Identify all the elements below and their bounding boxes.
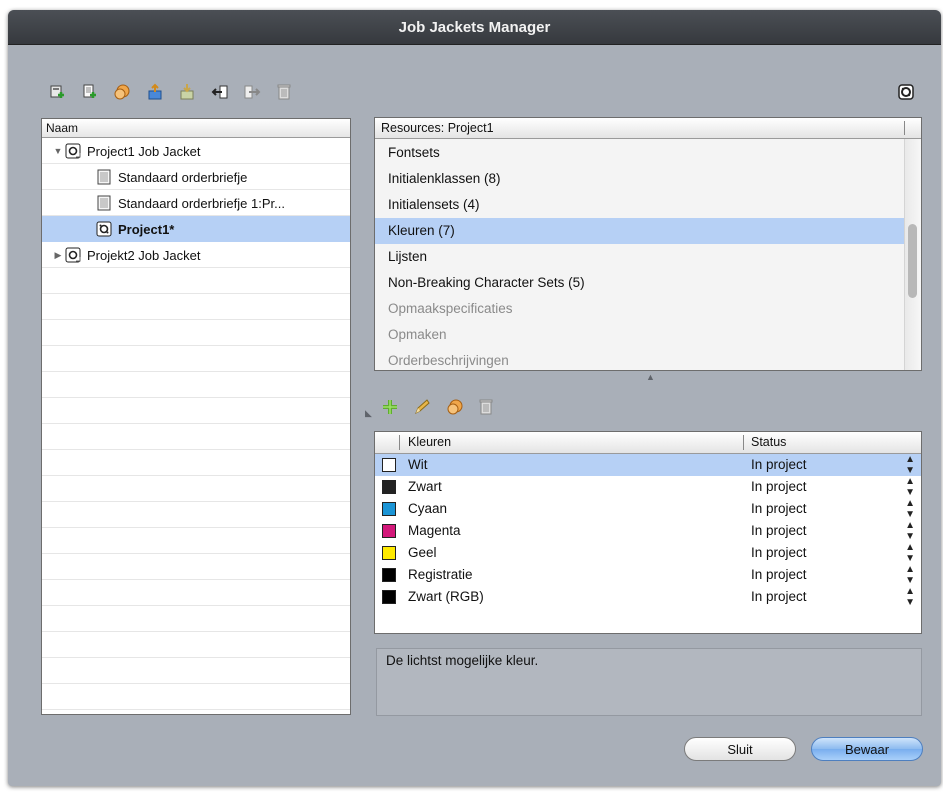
color-description: De lichtst mogelijke kleur. bbox=[376, 648, 922, 716]
project-icon bbox=[95, 220, 113, 238]
close-button[interactable]: Sluit bbox=[684, 737, 796, 761]
document-icon bbox=[95, 168, 113, 186]
tree-item-label: Projekt2 Job Jacket bbox=[87, 247, 201, 263]
new-job-jacket-icon[interactable] bbox=[48, 82, 68, 102]
column-separator bbox=[399, 435, 400, 450]
tree-item-standaard-orderbriefje-1[interactable]: Standaard orderbriefje 1:Pr... bbox=[42, 190, 350, 216]
color-swatch bbox=[382, 590, 396, 604]
tree-item-standaard-orderbriefje[interactable]: Standaard orderbriefje bbox=[42, 164, 350, 190]
link-in-icon[interactable] bbox=[210, 82, 230, 102]
tree-item-label: Standaard orderbriefje bbox=[118, 169, 248, 185]
scrollbar-thumb[interactable] bbox=[908, 224, 917, 298]
color-swatch bbox=[382, 546, 396, 560]
color-row-magenta[interactable]: Magenta In project ▲ ▼ bbox=[375, 520, 921, 542]
color-row-zwart-rgb[interactable]: Zwart (RGB) In project ▲ ▼ bbox=[375, 586, 921, 608]
color-status: In project bbox=[751, 501, 807, 516]
disclosure-triangle-collapsed-icon[interactable]: ▶ bbox=[52, 250, 64, 261]
split-handle-icon[interactable]: ◣ bbox=[365, 408, 372, 419]
status-stepper[interactable]: ▲ ▼ bbox=[905, 520, 915, 542]
color-status: In project bbox=[751, 479, 807, 494]
color-swatch bbox=[382, 458, 396, 472]
color-status: In project bbox=[751, 589, 807, 604]
add-icon[interactable] bbox=[380, 397, 400, 417]
color-name: Zwart (RGB) bbox=[408, 589, 484, 604]
tree-item-label: Project1 Job Jacket bbox=[87, 143, 201, 159]
tree-item-project1[interactable]: Project1* bbox=[42, 216, 350, 242]
colors-table[interactable]: Kleuren Status Wit In project ▲ ▼ Zwart I… bbox=[374, 431, 922, 634]
column-separator bbox=[743, 435, 744, 450]
resource-item-initialenklassen[interactable]: Initialenklassen (8) bbox=[375, 166, 905, 192]
color-row-cyaan[interactable]: Cyaan In project ▲ ▼ bbox=[375, 498, 921, 520]
job-jackets-tree[interactable]: Naam ▼ Project1 Job Jacket Standaard ord… bbox=[41, 118, 351, 715]
job-jackets-manager-window: Job Jackets Manager Naam ▼ Project1 Job … bbox=[8, 10, 941, 786]
color-status: In project bbox=[751, 457, 807, 472]
new-ticket-icon[interactable] bbox=[80, 82, 100, 102]
color-status: In project bbox=[751, 545, 807, 560]
color-swatch bbox=[382, 502, 396, 516]
import-icon[interactable] bbox=[178, 82, 198, 102]
header-separator bbox=[904, 121, 905, 135]
status-stepper[interactable]: ▲ ▼ bbox=[905, 498, 915, 520]
resource-item-kleuren[interactable]: Kleuren (7) bbox=[375, 218, 905, 244]
color-swatch bbox=[382, 524, 396, 538]
status-stepper[interactable]: ▲ ▼ bbox=[905, 454, 915, 476]
resources-header: Resources: Project1 bbox=[375, 118, 921, 139]
trash-icon[interactable] bbox=[476, 397, 496, 417]
window-title: Job Jackets Manager bbox=[8, 10, 941, 45]
resource-item-non-breaking-character-sets[interactable]: Non-Breaking Character Sets (5) bbox=[375, 270, 905, 296]
split-handle-icon[interactable]: ▲ bbox=[646, 372, 655, 382]
disclosure-triangle-expanded-icon[interactable]: ▼ bbox=[52, 146, 64, 156]
color-name: Registratie bbox=[408, 567, 473, 582]
job-jacket-icon[interactable] bbox=[896, 82, 916, 102]
tree-item-projekt2-job-jacket[interactable]: ▶ Projekt2 Job Jacket bbox=[42, 242, 350, 268]
job-jacket-icon bbox=[64, 142, 82, 160]
color-status: In project bbox=[751, 523, 807, 538]
resource-item-lijsten[interactable]: Lijsten bbox=[375, 244, 905, 270]
column-header-kleuren[interactable]: Kleuren bbox=[408, 435, 451, 449]
status-stepper[interactable]: ▲ ▼ bbox=[905, 476, 915, 498]
status-stepper[interactable]: ▲ ▼ bbox=[905, 542, 915, 564]
color-swatch bbox=[382, 568, 396, 582]
tree-item-label: Project1* bbox=[118, 221, 175, 237]
status-stepper[interactable]: ▲ ▼ bbox=[905, 586, 915, 608]
resources-scrollbar[interactable] bbox=[904, 139, 921, 370]
color-row-wit[interactable]: Wit In project ▲ ▼ bbox=[375, 454, 921, 476]
duplicate-icon[interactable] bbox=[112, 82, 132, 102]
colors-table-header: Kleuren Status bbox=[375, 432, 921, 454]
resource-item-opmaakspecificaties[interactable]: Opmaakspecificaties bbox=[375, 296, 905, 322]
resource-item-opmaken[interactable]: Opmaken bbox=[375, 322, 905, 348]
edit-pencil-icon[interactable] bbox=[412, 397, 432, 417]
color-name: Wit bbox=[408, 457, 428, 472]
color-status: In project bbox=[751, 567, 807, 582]
color-swatch bbox=[382, 480, 396, 494]
tree-item-project1-job-jacket[interactable]: ▼ Project1 Job Jacket bbox=[42, 138, 350, 164]
document-icon bbox=[95, 194, 113, 212]
color-row-registratie[interactable]: Registratie In project ▲ ▼ bbox=[375, 564, 921, 586]
color-row-geel[interactable]: Geel In project ▲ ▼ bbox=[375, 542, 921, 564]
color-row-zwart[interactable]: Zwart In project ▲ ▼ bbox=[375, 476, 921, 498]
resources-list[interactable]: Resources: Project1 Fontsets Initialenkl… bbox=[374, 117, 922, 371]
trash-icon[interactable] bbox=[274, 82, 294, 102]
link-out-icon[interactable] bbox=[242, 82, 262, 102]
color-name: Zwart bbox=[408, 479, 442, 494]
color-name: Cyaan bbox=[408, 501, 448, 516]
color-name: Magenta bbox=[408, 523, 461, 538]
duplicate-icon[interactable] bbox=[445, 397, 465, 417]
status-stepper[interactable]: ▲ ▼ bbox=[905, 564, 915, 586]
job-jacket-icon bbox=[64, 246, 82, 264]
column-header-status[interactable]: Status bbox=[751, 435, 786, 449]
resource-item-orderbeschrijvingen[interactable]: Orderbeschrijvingen bbox=[375, 348, 905, 370]
tree-header-naam[interactable]: Naam bbox=[42, 119, 350, 138]
color-name: Geel bbox=[408, 545, 437, 560]
resource-item-initialensets[interactable]: Initialensets (4) bbox=[375, 192, 905, 218]
resource-item-fontsets[interactable]: Fontsets bbox=[375, 140, 905, 166]
tree-item-label: Standaard orderbriefje 1:Pr... bbox=[118, 195, 285, 211]
save-button[interactable]: Bewaar bbox=[811, 737, 923, 761]
resources-header-label: Resources: Project1 bbox=[381, 121, 494, 135]
export-icon[interactable] bbox=[146, 82, 166, 102]
